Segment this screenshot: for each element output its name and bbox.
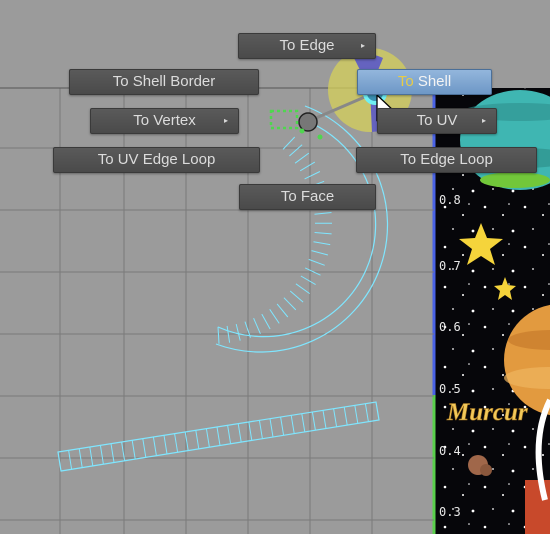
- menu-item-to-edge-loop[interactable]: To Edge Loop: [356, 147, 537, 173]
- menu-item-to-edge[interactable]: To Edge ▸: [238, 33, 376, 59]
- menu-item-to-shell[interactable]: To Shell: [357, 69, 492, 95]
- menu-item-label: To Shell Border: [112, 73, 216, 90]
- uv-axis-label-0-7: 0.7: [439, 259, 461, 273]
- menu-item-label: To Edge: [279, 37, 335, 54]
- menu-item-label: To Vertex: [133, 112, 196, 129]
- submenu-arrow-icon: ▸: [223, 116, 228, 125]
- menu-item-label: To UV Edge Loop: [97, 151, 216, 168]
- submenu-arrow-icon: ▸: [481, 116, 486, 125]
- uv-axis-label-0-6: 0.6: [439, 320, 461, 334]
- menu-item-to-shell-border[interactable]: To Shell Border: [69, 69, 259, 95]
- texture-text: Murcur: [446, 399, 528, 426]
- menu-item-label: To Face: [280, 188, 335, 205]
- uv-shell-straight[interactable]: [57, 401, 380, 472]
- uv-axis-label-0-4: 0.4: [439, 444, 461, 458]
- menu-item-label-suffix: Shell: [413, 73, 452, 90]
- menu-item-to-uv-edge-loop[interactable]: To UV Edge Loop: [53, 147, 260, 173]
- menu-item-to-face[interactable]: To Face: [239, 184, 376, 210]
- menu-item-label: To Edge Loop: [400, 151, 493, 168]
- uv-shell-curved[interactable]: [215, 105, 389, 353]
- submenu-arrow-icon: ▸: [360, 41, 365, 50]
- menu-item-label: To UV: [416, 112, 458, 129]
- menu-item-label-prefix: To: [397, 73, 414, 90]
- menu-item-to-uv[interactable]: To UV ▸: [377, 108, 497, 134]
- uv-axis-label-0-3: 0.3: [439, 505, 461, 519]
- uv-axis-label-0-8: 0.8: [439, 193, 461, 207]
- menu-item-to-vertex[interactable]: To Vertex ▸: [90, 108, 239, 134]
- uv-axis-label-0-5: 0.5: [439, 382, 461, 396]
